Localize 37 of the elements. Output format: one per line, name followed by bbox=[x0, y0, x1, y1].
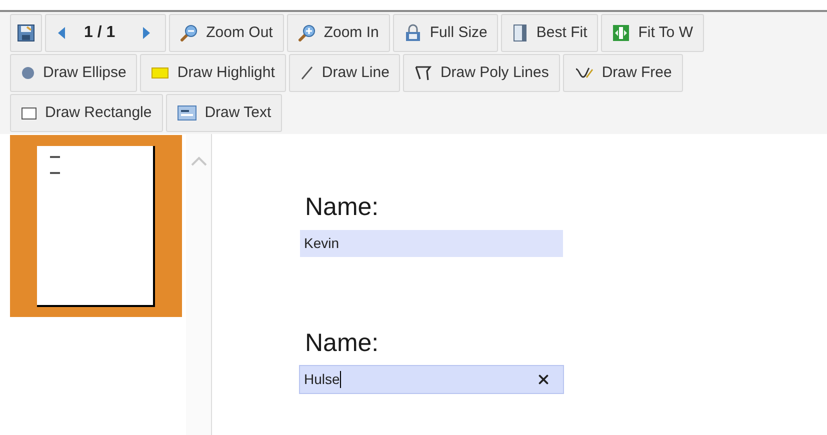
right-triangle-icon bbox=[143, 27, 150, 39]
highlight-icon bbox=[151, 66, 170, 80]
name-field[interactable]: Hulse bbox=[300, 366, 563, 393]
ellipse-button[interactable]: Draw Ellipse bbox=[10, 54, 138, 92]
page-thumbnail[interactable] bbox=[10, 135, 182, 317]
poly-button[interactable]: Draw Poly Lines bbox=[403, 54, 560, 92]
page-icon bbox=[512, 24, 528, 42]
scrollbar[interactable] bbox=[186, 134, 211, 435]
zoom-in-button[interactable]: Zoom In bbox=[286, 14, 390, 52]
page-counter: 1 / 1 bbox=[84, 23, 116, 43]
line-button[interactable]: Draw Line bbox=[288, 54, 400, 92]
field-value: Hulse bbox=[304, 370, 340, 389]
free-button[interactable]: Draw Free bbox=[562, 54, 683, 92]
highlight-button[interactable]: Draw Highlight bbox=[140, 54, 286, 92]
scroll-up-icon bbox=[190, 156, 206, 166]
zoom-in-icon bbox=[298, 24, 316, 42]
rectangle-icon bbox=[21, 106, 37, 120]
field-label: Name: bbox=[304, 192, 380, 223]
text-button[interactable]: Draw Text bbox=[166, 94, 282, 132]
left-triangle-icon bbox=[58, 27, 65, 39]
rectangle-button[interactable]: Draw Rectangle bbox=[10, 94, 163, 132]
text-box-icon bbox=[176, 105, 197, 121]
full-size-button[interactable]: Full Size bbox=[392, 14, 498, 52]
polyline-icon bbox=[414, 64, 432, 82]
line-icon bbox=[300, 66, 314, 80]
ellipse-icon bbox=[21, 66, 35, 80]
fit-width-button[interactable]: Fit To W bbox=[601, 14, 704, 52]
save-button[interactable] bbox=[10, 14, 42, 52]
name-field[interactable]: Kevin bbox=[300, 230, 563, 257]
previous-page-button[interactable] bbox=[58, 25, 68, 41]
fit-width-icon bbox=[612, 24, 630, 42]
field-value: Kevin bbox=[304, 234, 340, 253]
best-fit-button[interactable]: Best Fit bbox=[501, 14, 598, 52]
field-label: Name: bbox=[304, 328, 380, 359]
zoom-out-button[interactable]: Zoom Out bbox=[169, 14, 284, 52]
clear-icon[interactable] bbox=[536, 372, 551, 387]
zoom-out-icon bbox=[180, 24, 198, 42]
